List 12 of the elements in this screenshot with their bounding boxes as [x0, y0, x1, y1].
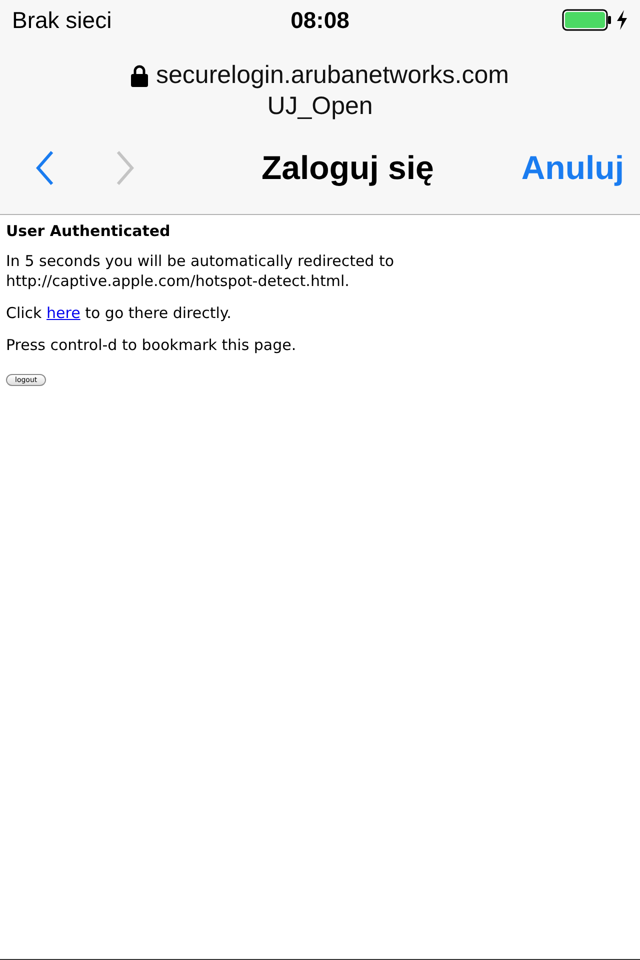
battery-icon	[562, 9, 612, 31]
here-link[interactable]: here	[46, 304, 80, 322]
url-text: securelogin.arubanetworks.com	[156, 60, 509, 91]
paragraph: In 5 seconds you will be automatically redirected to http://captive.apple.com/hotspot-detect.html.	[6, 251, 396, 291]
page-title: Zaloguj się	[260, 149, 435, 187]
carrier-label: Brak sieci	[12, 6, 113, 34]
paragraph: Click here to go there directly.	[6, 303, 232, 323]
paragraph: Press control-d to bookmark this page.	[6, 335, 298, 355]
network-name: UJ_Open	[267, 91, 373, 122]
clock: 08:08	[290, 6, 350, 34]
cancel-button[interactable]: Anuluj	[521, 149, 624, 187]
heading: User Authenticated	[6, 221, 172, 241]
